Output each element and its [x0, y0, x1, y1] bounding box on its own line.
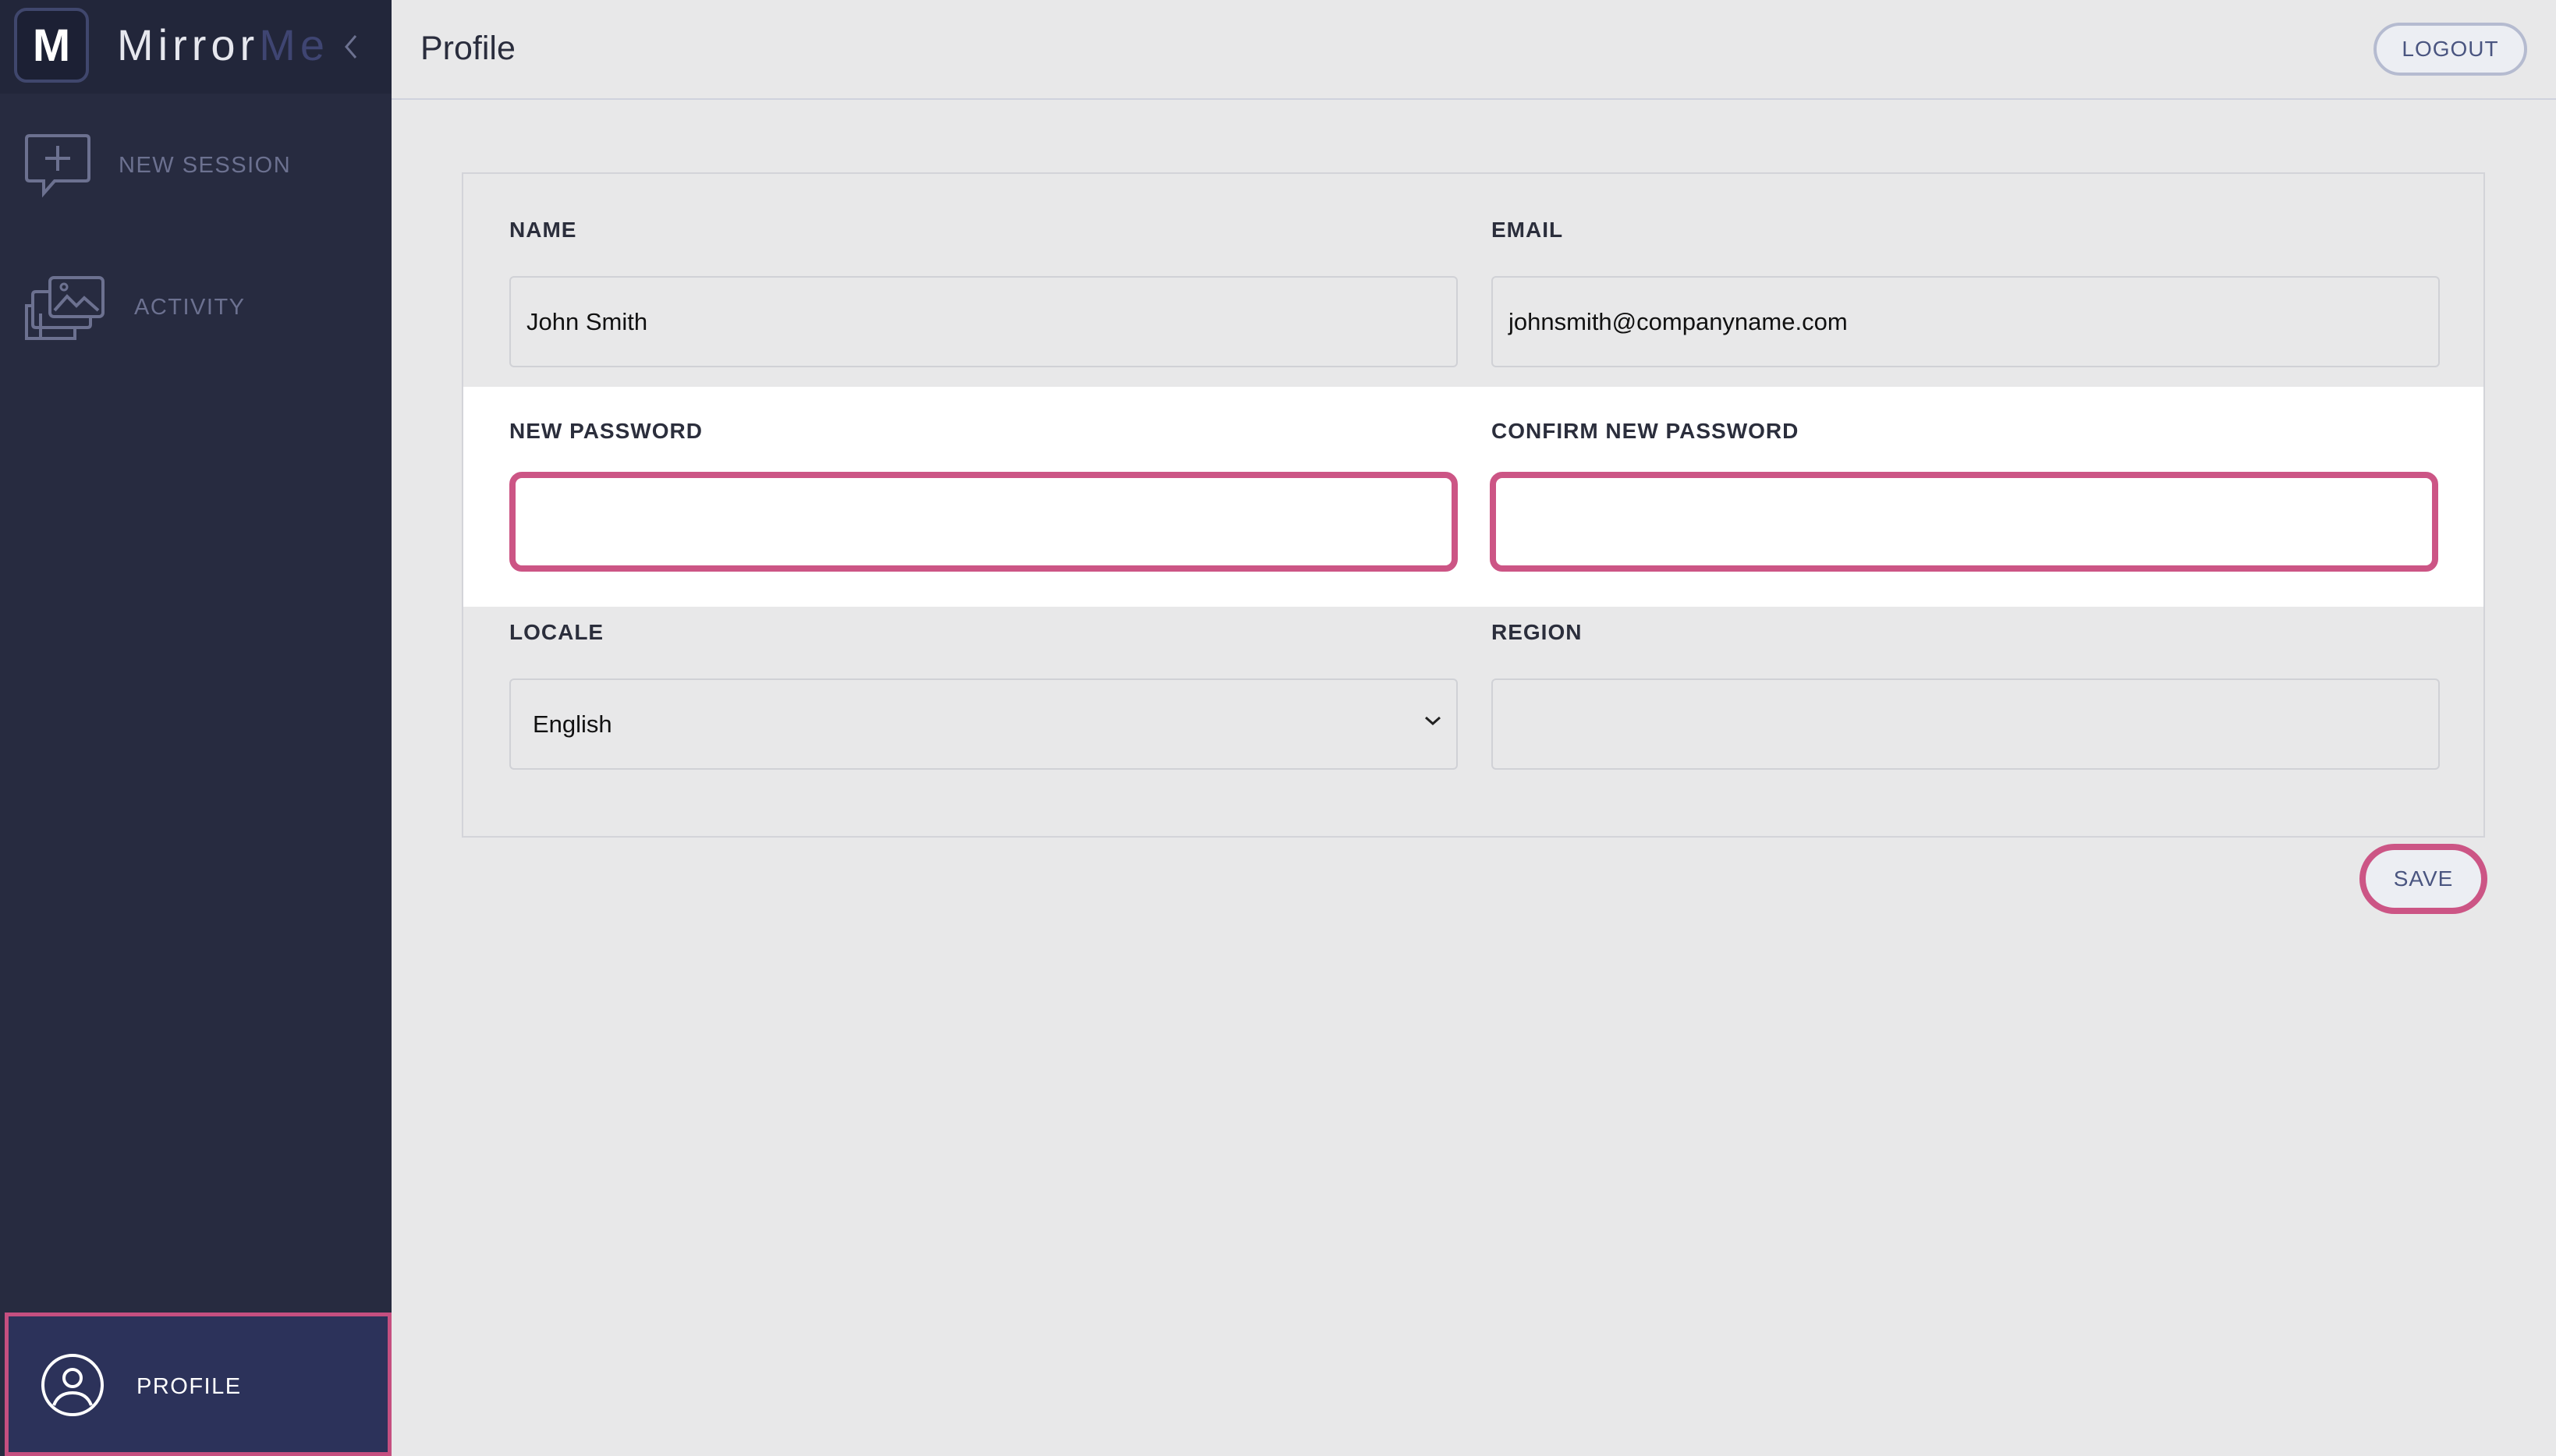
- page-title: Profile: [420, 30, 516, 67]
- confirm-password-label: CONFIRM NEW PASSWORD: [1491, 419, 1799, 443]
- locale-selected-value: English: [533, 710, 612, 738]
- locale-select[interactable]: English: [509, 678, 1458, 770]
- app-logo[interactable]: M: [14, 8, 89, 83]
- sidebar-item-profile[interactable]: PROFILE: [5, 1313, 392, 1456]
- app-name-part2: Me: [259, 20, 329, 69]
- save-button[interactable]: SAVE: [2359, 844, 2487, 914]
- user-circle-icon: [41, 1354, 104, 1416]
- logout-button[interactable]: LOGOUT: [2373, 23, 2527, 76]
- sidebar-item-label: ACTIVITY: [134, 295, 246, 320]
- top-bar: Profile LOGOUT: [392, 0, 2556, 100]
- chevron-down-icon: [1425, 716, 1441, 726]
- region-label: REGION: [1491, 620, 1583, 644]
- sidebar-item-activity[interactable]: ACTIVITY: [0, 253, 392, 362]
- locale-label: LOCALE: [509, 620, 604, 644]
- brand-header: M MirrorMe: [0, 0, 392, 94]
- chat-plus-icon: [25, 134, 90, 198]
- sidebar-item-label: NEW SESSION: [119, 153, 292, 178]
- new-password-field[interactable]: [509, 472, 1458, 572]
- gallery-icon: [25, 276, 105, 340]
- chevron-left-icon: [345, 35, 357, 58]
- confirm-password-field[interactable]: [1490, 472, 2438, 572]
- email-field[interactable]: johnsmith@companyname.com: [1491, 276, 2440, 367]
- sidebar-item-new-session[interactable]: NEW SESSION: [0, 111, 392, 220]
- sidebar: M MirrorMe NEW SESSION ACTIVITY PROFILE: [0, 0, 392, 1456]
- new-password-label: NEW PASSWORD: [509, 419, 703, 443]
- app-name: MirrorMe: [117, 20, 329, 70]
- sidebar-item-label: PROFILE: [136, 1374, 242, 1399]
- collapse-sidebar-button[interactable]: [337, 28, 365, 66]
- name-field[interactable]: John Smith: [509, 276, 1458, 367]
- app-name-part1: Mirror: [117, 20, 260, 69]
- email-label: EMAIL: [1491, 218, 1564, 242]
- region-field[interactable]: [1491, 678, 2440, 770]
- name-label: NAME: [509, 218, 577, 242]
- profile-form: NAME John Smith EMAIL johnsmith@companyn…: [462, 172, 2485, 838]
